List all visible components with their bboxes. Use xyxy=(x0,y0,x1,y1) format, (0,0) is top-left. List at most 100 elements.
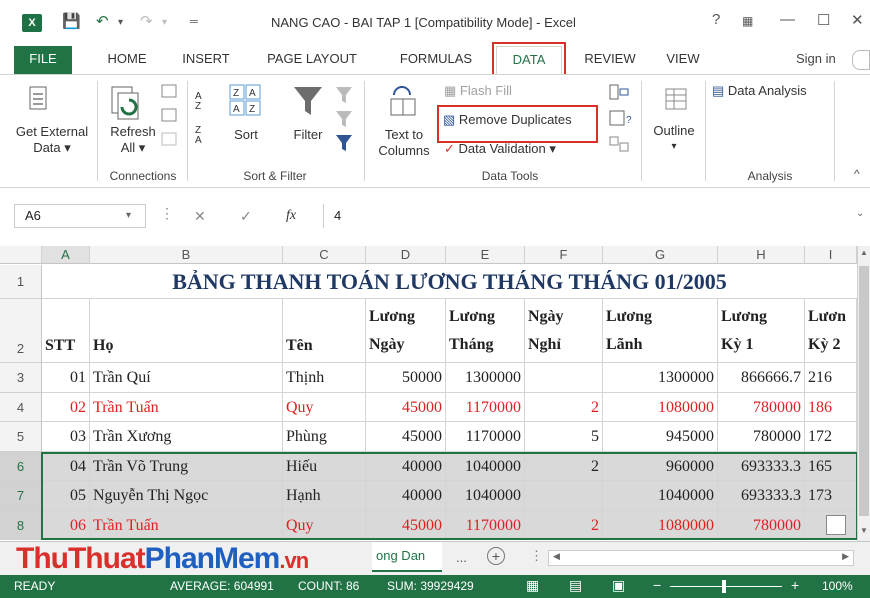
header-luong-thang[interactable]: Lương Tháng xyxy=(446,299,525,363)
header-luong-lanh[interactable]: Lương Lãnh xyxy=(603,299,718,363)
name-box-dropdown-icon[interactable]: ▾ xyxy=(126,210,131,221)
row-header[interactable]: 1 xyxy=(0,265,42,299)
zoom-in-icon[interactable]: + xyxy=(791,577,799,593)
table-cell-stt[interactable]: 03 xyxy=(42,422,90,452)
select-all-corner[interactable] xyxy=(0,246,42,264)
row-header[interactable]: 7 xyxy=(0,481,42,511)
table-cell-nn[interactable]: 2 xyxy=(525,510,603,540)
table-cell-lt[interactable]: 1040000 xyxy=(446,451,525,481)
table-cell-stt[interactable]: 05 xyxy=(42,481,90,511)
normal-view-icon[interactable]: ▦ xyxy=(526,577,539,594)
table-cell-k1[interactable]: 693333.3 xyxy=(718,451,805,481)
collapse-ribbon-icon[interactable]: ^ xyxy=(854,167,860,181)
scroll-left-icon[interactable]: ◀ xyxy=(553,551,560,562)
tab-review[interactable]: REVIEW xyxy=(575,46,645,74)
table-cell-ten[interactable]: Hạnh xyxy=(283,481,366,511)
header-luong-ky2[interactable]: Lươn Kỳ 2 xyxy=(805,299,857,363)
ribbon-display-icon[interactable]: ▦ xyxy=(742,14,753,28)
table-cell-ten[interactable]: Quy xyxy=(283,392,366,422)
scroll-thumb[interactable] xyxy=(859,266,869,516)
filter-options-icons[interactable] xyxy=(334,83,358,153)
column-header-f[interactable]: F xyxy=(525,246,603,264)
column-header-e[interactable]: E xyxy=(446,246,525,264)
page-layout-view-icon[interactable]: ▤ xyxy=(569,577,582,594)
page-break-view-icon[interactable]: ▣ xyxy=(612,577,625,594)
row-header[interactable]: 6 xyxy=(0,451,42,481)
table-cell-lng[interactable]: 45000 xyxy=(366,510,446,540)
table-cell-lng[interactable]: 45000 xyxy=(366,392,446,422)
maximize-icon[interactable]: ☐ xyxy=(817,11,830,29)
horizontal-scrollbar[interactable]: ◀ ▶ xyxy=(548,550,854,566)
header-ngay-nghi[interactable]: Ngày Nghỉ xyxy=(525,299,603,363)
table-cell-lt[interactable]: 1300000 xyxy=(446,363,525,393)
table-cell-lt[interactable]: 1040000 xyxy=(446,481,525,511)
table-cell-ho[interactable]: Trần Xương xyxy=(90,422,283,452)
table-cell-k2[interactable]: 216 xyxy=(805,363,857,393)
account-icon[interactable] xyxy=(852,50,870,70)
data-validation-button[interactable]: ✓ Data Validation ▾ xyxy=(444,141,556,157)
table-cell-lng[interactable]: 40000 xyxy=(366,481,446,511)
scroll-right-icon[interactable]: ▶ xyxy=(842,551,849,562)
tab-home[interactable]: HOME xyxy=(98,46,156,74)
row-header[interactable]: 5 xyxy=(0,422,42,452)
formula-input[interactable]: 4 xyxy=(323,204,853,228)
redo-dropdown-icon[interactable]: ▾ xyxy=(162,17,167,28)
header-luong-ngay[interactable]: Lương Ngày xyxy=(366,299,446,363)
table-cell-ten[interactable]: Thịnh xyxy=(283,363,366,393)
table-cell-k1[interactable]: 780000 xyxy=(718,392,805,422)
cancel-icon[interactable]: ✕ xyxy=(194,208,206,225)
sort-button[interactable]: Sort xyxy=(228,127,264,143)
zoom-slider[interactable] xyxy=(670,586,782,587)
tab-split-icon[interactable]: ⋮ xyxy=(530,548,543,564)
insert-function-icon[interactable]: fx xyxy=(286,208,296,224)
table-cell-stt[interactable]: 02 xyxy=(42,392,90,422)
help-icon[interactable]: ? xyxy=(712,11,720,28)
formula-bar-options-icon[interactable]: ⋮ xyxy=(160,205,174,222)
table-cell-ten[interactable]: Hiếu xyxy=(283,451,366,481)
paste-options-icon[interactable] xyxy=(826,514,846,535)
refresh-all-button[interactable]: Refresh All ▾ xyxy=(108,124,158,156)
undo-dropdown-icon[interactable]: ▾ xyxy=(118,17,123,28)
table-cell-ll[interactable]: 1300000 xyxy=(603,363,718,393)
tab-formulas[interactable]: FORMULAS xyxy=(388,46,484,74)
table-cell-k2[interactable]: 172 xyxy=(805,422,857,452)
row-header[interactable]: 8 xyxy=(0,510,42,540)
flash-fill-button[interactable]: ▦ Flash Fill xyxy=(444,83,512,99)
table-cell-stt[interactable]: 06 xyxy=(42,510,90,540)
more-sheets-button[interactable]: ... xyxy=(456,550,467,565)
table-cell-lt[interactable]: 1170000 xyxy=(446,422,525,452)
new-sheet-icon[interactable]: + xyxy=(487,547,505,565)
undo-icon[interactable]: ↶ xyxy=(96,12,109,30)
sort-az-icon[interactable]: AZ ZA xyxy=(194,85,214,145)
zoom-level[interactable]: 100% xyxy=(822,579,853,593)
column-header-d[interactable]: D xyxy=(366,246,446,264)
table-cell-ho[interactable]: Trần Tuấn xyxy=(90,392,283,422)
tab-view[interactable]: VIEW xyxy=(656,46,710,74)
column-header-h[interactable]: H xyxy=(718,246,805,264)
zoom-slider-thumb[interactable] xyxy=(722,580,726,593)
enter-icon[interactable]: ✓ xyxy=(240,208,252,225)
vertical-scrollbar[interactable]: ▲ ▼ xyxy=(857,246,870,541)
table-cell-ll[interactable]: 945000 xyxy=(603,422,718,452)
table-cell-ho[interactable]: Nguyễn Thị Ngọc xyxy=(90,481,283,511)
table-cell-ll[interactable]: 960000 xyxy=(603,451,718,481)
table-cell-stt[interactable]: 04 xyxy=(42,451,90,481)
table-cell-nn[interactable]: 2 xyxy=(525,451,603,481)
table-cell-ll[interactable]: 1080000 xyxy=(603,510,718,540)
table-cell-ho[interactable]: Trần Tuấn xyxy=(90,510,283,540)
column-header-g[interactable]: G xyxy=(603,246,718,264)
header-luong-ky1[interactable]: Lương Kỳ 1 xyxy=(718,299,805,363)
save-icon[interactable]: 💾 xyxy=(62,12,81,30)
table-cell-lt[interactable]: 1170000 xyxy=(446,392,525,422)
table-cell-ten[interactable]: Phùng xyxy=(283,422,366,452)
tab-insert[interactable]: INSERT xyxy=(172,46,240,74)
table-cell-k1[interactable]: 693333.3 xyxy=(718,481,805,511)
customize-qat-icon[interactable]: ═ xyxy=(190,16,198,28)
header-ten[interactable]: Tên xyxy=(283,299,366,363)
connections-small-icons[interactable] xyxy=(160,83,180,153)
redo-icon[interactable]: ↷ xyxy=(140,12,153,30)
table-cell-nn[interactable] xyxy=(525,481,603,511)
table-cell-lt[interactable]: 1170000 xyxy=(446,510,525,540)
scroll-up-icon[interactable]: ▲ xyxy=(860,248,868,257)
expand-formula-bar-icon[interactable]: ⌄ xyxy=(856,208,864,219)
